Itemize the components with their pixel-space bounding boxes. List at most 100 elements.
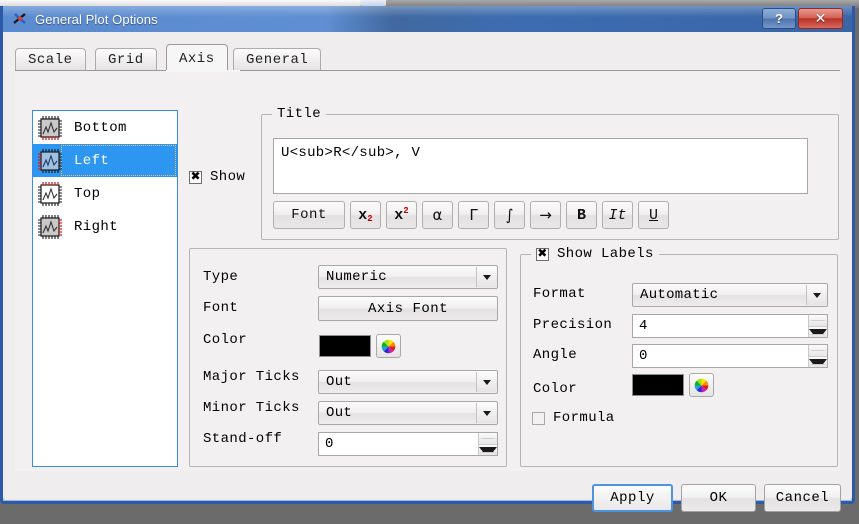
format-label: Format — [533, 286, 586, 302]
formula-checkbox[interactable] — [532, 411, 545, 425]
apply-button[interactable]: Apply — [592, 484, 673, 512]
close-button[interactable]: ✕ — [798, 8, 843, 29]
ok-button[interactable]: OK — [681, 484, 756, 512]
angle-increment-button[interactable] — [809, 345, 827, 357]
axis-font-button[interactable]: Axis Font — [318, 296, 498, 321]
major-ticks-value: Out — [326, 374, 353, 390]
show-labels-checkbox[interactable]: ✖ — [536, 247, 549, 261]
precision-decrement-button[interactable] — [809, 326, 827, 337]
sidebar-item-left[interactable]: Left — [33, 144, 177, 177]
greek-alpha-button[interactable]: α — [422, 201, 453, 229]
color-wheel-icon — [381, 339, 396, 353]
tab-general[interactable]: General — [233, 48, 322, 71]
axis-font-label: Font — [203, 300, 239, 316]
cancel-button-label: Cancel — [775, 490, 830, 506]
bold-button-label: B — [576, 206, 586, 224]
tab-axis-label: Axis — [179, 50, 215, 67]
minor-ticks-label: Minor Ticks — [203, 400, 300, 416]
tab-grid[interactable]: Grid — [95, 48, 157, 71]
precision-spinbox[interactable]: 4 — [632, 314, 828, 338]
standoff-decrement-button[interactable] — [479, 444, 497, 455]
standoff-label-wrap: Stand-off — [203, 431, 282, 447]
superscript-button[interactable]: x2 — [386, 201, 417, 229]
major-ticks-combobox[interactable]: Out — [318, 370, 498, 394]
axis-right-icon — [37, 214, 63, 240]
chevron-down-icon[interactable] — [806, 285, 826, 305]
precision-label-wrap: Precision — [533, 317, 612, 333]
type-combobox-value: Numeric — [326, 269, 387, 285]
labels-color-swatch[interactable] — [632, 374, 684, 396]
axis-selection-list[interactable]: Bottom Left Top Right — [32, 110, 178, 467]
format-combobox[interactable]: Automatic — [632, 283, 828, 307]
labels-color-control[interactable] — [632, 373, 714, 397]
standoff-spinner-buttons[interactable] — [478, 433, 497, 455]
angle-spinner-buttons[interactable] — [808, 345, 827, 367]
type-combobox[interactable]: Numeric — [318, 265, 498, 289]
tab-grid-label: Grid — [108, 52, 144, 68]
sidebar-item-top[interactable]: Top — [33, 177, 177, 210]
sidebar-item-bottom[interactable]: Bottom — [33, 111, 177, 144]
active-tab-underline-mask — [166, 70, 240, 72]
show-title-label: Show — [210, 169, 246, 185]
font-button[interactable]: Font — [273, 201, 345, 229]
standoff-increment-button[interactable] — [479, 433, 497, 445]
title-format-toolbar: Font x2 x2 α Γ ∫ → B It U — [273, 201, 669, 229]
help-button-label: ? — [775, 11, 783, 26]
chevron-down-icon[interactable] — [476, 267, 496, 287]
axis-color-control[interactable] — [319, 334, 401, 358]
arrow-button[interactable]: → — [530, 201, 561, 229]
arrow-right-icon: → — [539, 206, 552, 224]
greek-gamma-button[interactable]: Γ — [458, 201, 489, 229]
formula-checkbox-row[interactable]: Formula — [532, 410, 615, 426]
underline-button[interactable]: U — [638, 201, 669, 229]
tab-axis[interactable]: Axis — [166, 44, 228, 72]
major-ticks-label-wrap: Major Ticks — [203, 369, 300, 385]
angle-decrement-button[interactable] — [809, 356, 827, 367]
chevron-down-icon[interactable] — [476, 403, 496, 423]
major-ticks-label: Major Ticks — [203, 369, 300, 385]
show-title-checkbox[interactable]: ✖ — [189, 170, 202, 184]
angle-spinbox[interactable]: 0 — [632, 344, 828, 368]
tab-scale[interactable]: Scale — [15, 48, 86, 71]
cancel-button[interactable]: Cancel — [764, 484, 841, 512]
greek-gamma-glyph: Γ — [469, 206, 478, 224]
formula-label: Formula — [553, 410, 615, 426]
precision-label: Precision — [533, 317, 613, 333]
axis-font-button-label: Axis Font — [367, 300, 449, 317]
tab-strip-underline — [15, 70, 840, 71]
sidebar-item-left-label: Left — [74, 152, 110, 169]
integral-button[interactable]: ∫ — [494, 201, 525, 229]
color-label-wrap: Color — [203, 332, 247, 348]
type-label-wrap: Type — [203, 269, 238, 285]
integral-glyph: ∫ — [505, 206, 514, 224]
italic-button[interactable]: It — [602, 201, 633, 229]
title-group-legend: Title — [272, 106, 327, 122]
show-title-checkbox-row[interactable]: ✖ Show — [189, 169, 245, 185]
labels-color-label-wrap: Color — [533, 381, 577, 397]
angle-label-wrap: Angle — [533, 347, 577, 363]
show-labels-label: Show Labels — [557, 246, 654, 262]
underline-button-label: U — [648, 206, 658, 224]
bold-button[interactable]: B — [566, 201, 597, 229]
precision-spinner-buttons[interactable] — [808, 315, 827, 337]
help-button[interactable]: ? — [762, 8, 796, 29]
sidebar-item-right[interactable]: Right — [33, 210, 177, 243]
minor-ticks-combobox[interactable]: Out — [318, 401, 498, 425]
type-label: Type — [203, 269, 239, 285]
precision-increment-button[interactable] — [809, 315, 827, 327]
axis-color-label: Color — [203, 332, 248, 348]
axis-color-picker-button[interactable] — [376, 334, 401, 358]
standoff-spinbox[interactable]: 0 — [318, 432, 498, 456]
labels-color-picker-button[interactable] — [689, 373, 714, 397]
chevron-down-icon[interactable] — [476, 372, 496, 392]
precision-value: 4 — [639, 318, 648, 334]
dialog-button-bar: Apply OK Cancel — [3, 476, 852, 524]
title-text-input[interactable] — [273, 138, 808, 194]
axis-color-swatch[interactable] — [319, 335, 371, 357]
format-combobox-value: Automatic — [640, 287, 719, 303]
close-icon: ✕ — [814, 10, 827, 26]
color-wheel-icon — [694, 378, 709, 392]
show-labels-legend-wrap[interactable]: ✖ Show Labels — [531, 246, 659, 262]
subscript-button[interactable]: x2 — [350, 201, 381, 229]
titlebar: General Plot Options ? ✕ — [3, 6, 852, 33]
